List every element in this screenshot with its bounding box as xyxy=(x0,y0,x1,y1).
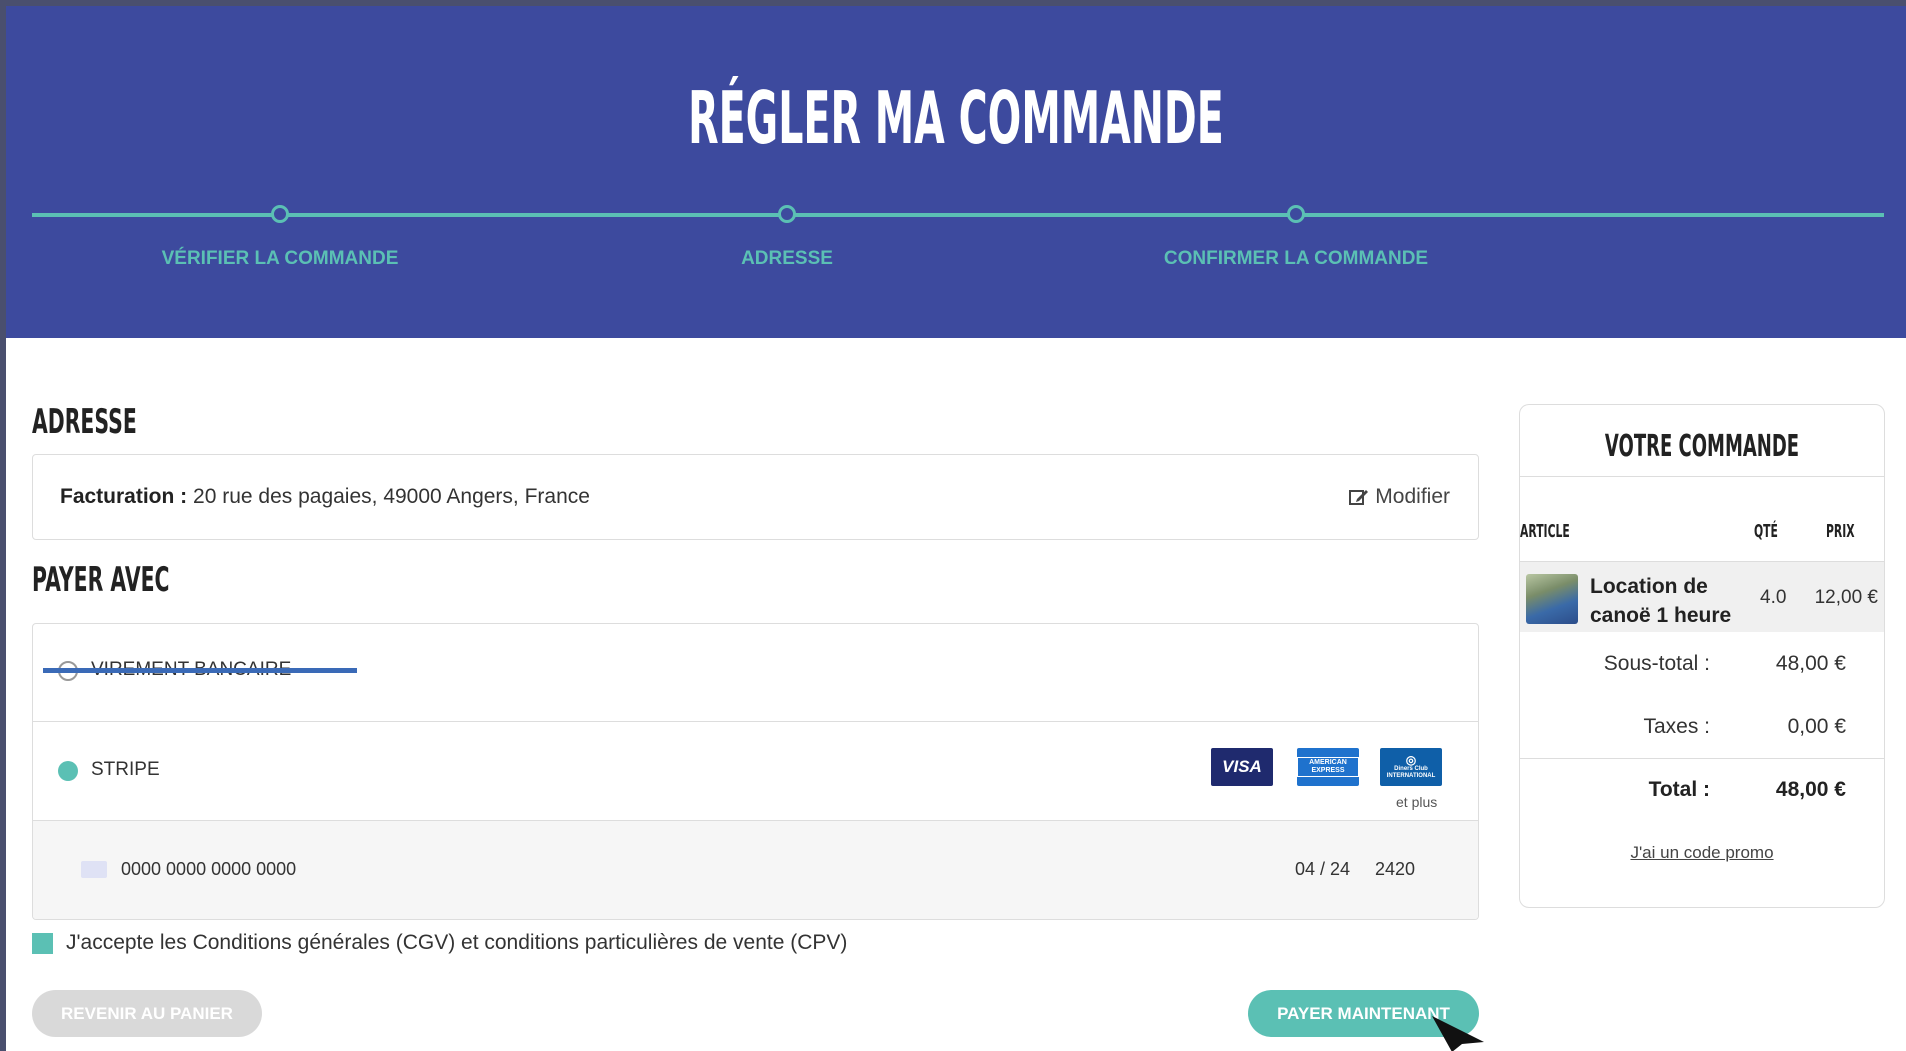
mouse-cursor-icon xyxy=(1432,1016,1484,1051)
visa-icon: VISA xyxy=(1211,748,1273,786)
order-item-row: Location de canoë 1 heure 4.0 12,00 € xyxy=(1520,562,1884,632)
step-dot-address xyxy=(778,205,796,223)
page-title: RÉGLER MA COMMANDE xyxy=(688,76,1224,160)
more-cards-label: et plus xyxy=(1396,794,1438,810)
divider xyxy=(1520,758,1884,759)
payment-option-bank-transfer[interactable]: VIREMENT BANCAIRE xyxy=(33,624,1478,722)
card-input-row[interactable]: 0000 0000 0000 0000 04 / 24 2420 xyxy=(33,821,1478,919)
taxes-label: Taxes : xyxy=(1643,715,1710,738)
back-to-cart-button[interactable]: REVENIR AU PANIER xyxy=(32,990,262,1037)
product-thumbnail xyxy=(1526,574,1578,624)
payment-option-stripe[interactable]: STRIPE VISA AMERICAN EXPRESS ◎ Diners Cl… xyxy=(33,722,1478,821)
total-value: 48,00 € xyxy=(1775,778,1846,801)
divider xyxy=(1520,476,1884,477)
subtotal-label: Sous-total : xyxy=(1603,652,1710,675)
billing-address-value: 20 rue des pagaies, 49000 Angers, France xyxy=(193,485,590,508)
billing-label: Facturation : xyxy=(60,485,188,508)
amex-logo-text: AMERICAN EXPRESS xyxy=(1297,757,1359,777)
step-confirm-order[interactable]: CONFIRMER LA COMMANDE xyxy=(1164,248,1428,270)
credit-card-icon xyxy=(81,861,107,878)
payment-methods: VIREMENT BANCAIRE STRIPE VISA AMERICAN E… xyxy=(32,623,1479,920)
total-label: Total : xyxy=(1648,778,1710,801)
step-verify-order[interactable]: VÉRIFIER LA COMMANDE xyxy=(162,248,399,270)
order-summary: VOTRE COMMANDE ARTICLE QTÉ PRIX Location… xyxy=(1519,404,1885,908)
step-dot-verify xyxy=(271,205,289,223)
column-price: PRIX xyxy=(1826,521,1855,542)
terms-checkbox[interactable] xyxy=(32,932,53,954)
page-header: RÉGLER MA COMMANDE VÉRIFIER LA COMMANDE … xyxy=(6,6,1906,338)
item-price: 12,00 € xyxy=(1814,587,1878,608)
radio-stripe[interactable] xyxy=(58,761,78,781)
terms-acceptance[interactable]: J'accepte les Conditions générales (CGV)… xyxy=(32,931,847,955)
terms-label: J'accepte les Conditions générales (CGV)… xyxy=(66,931,848,954)
column-qty: QTÉ xyxy=(1754,521,1778,542)
item-qty: 4.0 xyxy=(1760,587,1787,608)
diners-logo-text: Diners Club INTERNATIONAL xyxy=(1386,766,1436,779)
card-cvc-input[interactable]: 2420 xyxy=(1375,859,1415,880)
column-article: ARTICLE xyxy=(1520,521,1570,542)
step-address[interactable]: ADRESSE xyxy=(741,248,833,270)
payment-section-title: PAYER AVEC xyxy=(32,560,170,600)
step-dot-confirm xyxy=(1287,205,1305,223)
modify-label: Modifier xyxy=(1375,485,1450,508)
taxes-value: 0,00 € xyxy=(1787,715,1846,738)
progress-line xyxy=(32,213,1884,217)
stripe-label: STRIPE xyxy=(91,759,160,780)
strikethrough-mark xyxy=(43,668,357,673)
edit-icon xyxy=(1349,490,1369,505)
card-expiry-input[interactable]: 04 / 24 xyxy=(1295,859,1350,880)
amex-icon: AMERICAN EXPRESS xyxy=(1297,748,1359,786)
card-number-input[interactable]: 0000 0000 0000 0000 xyxy=(121,859,296,880)
order-summary-title: VOTRE COMMANDE xyxy=(1604,429,1800,464)
billing-address: Facturation : 20 rue des pagaies, 49000 … xyxy=(60,485,590,509)
promo-code-link[interactable]: J'ai un code promo xyxy=(1520,843,1884,863)
diners-club-icon: ◎ Diners Club INTERNATIONAL xyxy=(1380,748,1442,786)
address-section-title: ADRESSE xyxy=(32,402,137,442)
subtotal-value: 48,00 € xyxy=(1775,652,1846,675)
item-name: Location de canoë 1 heure xyxy=(1590,575,1732,627)
billing-address-card: Facturation : 20 rue des pagaies, 49000 … xyxy=(32,454,1479,540)
visa-logo-text: VISA xyxy=(1222,757,1262,776)
modify-address-link[interactable]: Modifier xyxy=(1349,485,1450,509)
